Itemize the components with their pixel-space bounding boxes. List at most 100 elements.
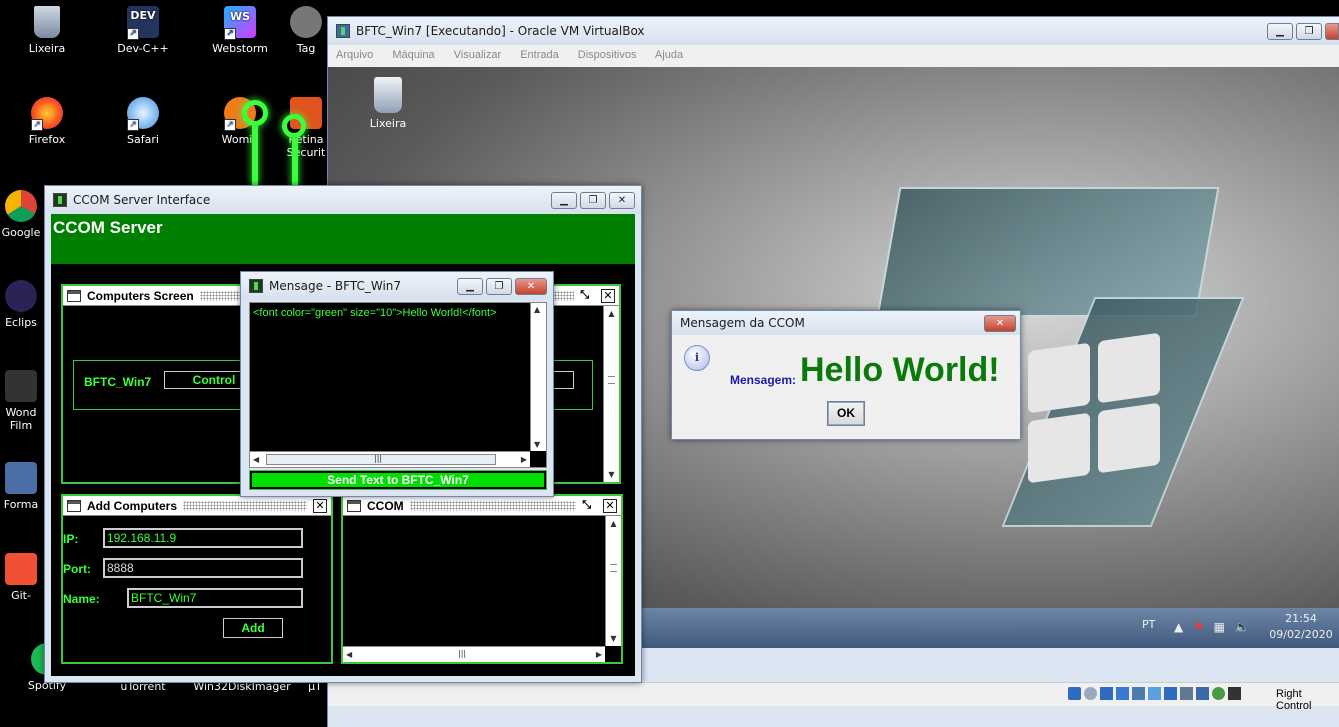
add-computers-frame: Add Computers ✕ IP: 192.168.11.9 Port: 8…	[61, 494, 333, 664]
vm-statusbar: Right Control	[328, 682, 1339, 712]
desktop-icon-wondershare[interactable]: Wond Film	[0, 370, 46, 432]
message-textarea[interactable]: <font color="green" size="10">Hello Worl…	[249, 302, 547, 468]
restore-icon[interactable]: ⤡	[580, 289, 589, 302]
desktop-icon-format[interactable]: Forma	[0, 462, 46, 511]
menu-visualizar[interactable]: Visualizar	[454, 49, 502, 61]
ip-label: IP:	[63, 532, 79, 546]
vm-status-icons	[1068, 687, 1241, 700]
port-field[interactable]: 8888	[103, 558, 303, 578]
add-computers-titlebar[interactable]: Add Computers ✕	[63, 496, 331, 516]
frame-grip	[183, 500, 307, 511]
menu-maquina[interactable]: Máquina	[392, 49, 434, 61]
frame-icon	[67, 289, 81, 302]
ccom-header-title: CCOM Server	[53, 218, 163, 237]
guest-icon-lixeira[interactable]: Lixeira	[358, 77, 418, 130]
menu-entrada[interactable]: Entrada	[520, 49, 559, 61]
close-button[interactable]	[1325, 22, 1339, 40]
scroll-up-icon[interactable]: ▲	[606, 516, 621, 531]
message-dialog-titlebar[interactable]: Mensagem da CCOM ✕	[672, 311, 1020, 335]
maximize-button[interactable]: ❐	[486, 277, 512, 295]
scroll-up-icon[interactable]: ▲	[604, 306, 619, 321]
mouse-icon[interactable]	[1228, 687, 1241, 700]
cpu-icon[interactable]	[1196, 687, 1209, 700]
send-text-button[interactable]: Send Text to BFTC_Win7	[252, 473, 544, 487]
mensage-window: Mensage - BFTC_Win7 ▁ ❐ ✕ <font color="g…	[240, 271, 554, 497]
computers-scrollbar[interactable]: ▲ ▼	[603, 306, 619, 482]
close-button[interactable]: ✕	[984, 314, 1016, 332]
desktop-icon-tag[interactable]: Tag	[286, 6, 326, 55]
language-indicator[interactable]: PT	[1142, 618, 1155, 631]
menu-dispositivos[interactable]: Dispositivos	[578, 49, 637, 61]
desktop-icon-firefox[interactable]: ↗ Firefox	[7, 97, 87, 146]
maximize-button[interactable]: ❐	[580, 191, 606, 209]
optical-icon[interactable]	[1084, 687, 1097, 700]
vm-titlebar[interactable]: BFTC_Win7 [Executando] - Oracle VM Virtu…	[328, 17, 1339, 45]
network-adapter-icon[interactable]	[1116, 687, 1129, 700]
scroll-left-icon[interactable]: ◀	[253, 455, 259, 464]
desktop-icon-label: Git-	[11, 589, 31, 602]
scroll-up-icon[interactable]: ▲	[534, 305, 540, 314]
ccom-frame-titlebar[interactable]: CCOM ⤡ ✕	[343, 496, 621, 516]
menu-arquivo[interactable]: Arquivo	[336, 49, 373, 61]
action-center-icon[interactable]: ⚑	[1193, 620, 1204, 634]
volume-icon[interactable]: 🔈	[1235, 620, 1250, 634]
format-icon	[5, 462, 37, 494]
desktop-icon-eclipse[interactable]: Eclips	[0, 280, 46, 329]
usb-icon[interactable]	[1132, 687, 1145, 700]
send-panel: Send Text to BFTC_Win7	[249, 470, 547, 490]
desktop-icon-label: Google	[1, 226, 41, 239]
close-icon[interactable]: ✕	[313, 498, 327, 513]
add-button[interactable]: Add	[223, 618, 283, 638]
ccom-hscrollbar[interactable]: ◀ ||| ▶	[343, 646, 605, 662]
message-text: <font color="green" size="10">Hello Worl…	[253, 307, 497, 319]
scroll-down-icon[interactable]: ▼	[534, 440, 540, 449]
clock[interactable]: 21:54 09/02/2020	[1266, 611, 1336, 643]
info-icon: i	[684, 345, 710, 371]
close-button[interactable]: ✕	[515, 277, 547, 295]
desktop-icon-label: Dev-C++	[117, 42, 169, 55]
desktop-icon-lixeira[interactable]: Lixeira	[7, 6, 87, 55]
recording-icon[interactable]	[1180, 687, 1193, 700]
ccom-titlebar[interactable]: CCOM Server Interface ▁ ❐ ✕	[45, 186, 641, 214]
name-field[interactable]: BFTC_Win7	[127, 588, 303, 608]
desktop-icon-git[interactable]: Git-	[0, 553, 46, 602]
ccom-frame: CCOM ⤡ ✕ ▲ ▼ ◀ ||| ▶	[341, 494, 623, 664]
textarea-hscrollbar[interactable]: ◀ ||| ▶	[250, 451, 530, 467]
network-icon[interactable]: ▦	[1214, 620, 1225, 634]
desktop-icon-devcpp[interactable]: DEV ↗ Dev-C++	[103, 6, 183, 55]
scroll-right-icon[interactable]: ▶	[521, 455, 527, 464]
scroll-down-icon[interactable]: ▼	[606, 631, 621, 646]
minimize-button[interactable]: ▁	[457, 277, 483, 295]
ccom-header: CCOM Server	[51, 214, 635, 264]
app-icon	[53, 193, 67, 207]
add-computers-title: Add Computers	[87, 498, 177, 513]
ip-field[interactable]: 192.168.11.9	[103, 528, 303, 548]
close-icon[interactable]: ✕	[601, 288, 615, 303]
minimize-button[interactable]: ▁	[551, 191, 577, 209]
desktop-icon-chrome[interactable]: Google	[0, 190, 46, 239]
scroll-down-icon[interactable]: ▼	[604, 467, 619, 482]
scroll-left-icon[interactable]: ◀	[346, 650, 352, 659]
host-key-label: Right Control	[1276, 688, 1312, 712]
restore-icon[interactable]: ⤡	[582, 499, 591, 512]
maximize-button[interactable]: ❐	[1296, 22, 1322, 40]
close-button[interactable]: ✕	[609, 191, 635, 209]
scroll-right-icon[interactable]: ▶	[596, 650, 602, 659]
close-icon[interactable]: ✕	[603, 498, 617, 513]
hdd-icon[interactable]	[1068, 687, 1081, 700]
desktop-icon-webstorm[interactable]: WS ↗ Webstorm	[200, 6, 280, 55]
ok-button[interactable]: OK	[827, 401, 865, 426]
menu-ajuda[interactable]: Ajuda	[655, 49, 683, 61]
mensage-titlebar[interactable]: Mensage - BFTC_Win7 ▁ ❐ ✕	[241, 272, 553, 300]
shared-folder-icon[interactable]	[1148, 687, 1161, 700]
textarea-vscrollbar[interactable]: ▲ ▼	[530, 303, 546, 451]
vt-icon[interactable]	[1212, 687, 1225, 700]
audio-icon[interactable]	[1100, 687, 1113, 700]
desktop-icon-safari[interactable]: ↗ Safari	[103, 97, 183, 146]
tray-icons: ▲ ⚑ ▦ 🔈	[1174, 620, 1250, 634]
display-icon[interactable]	[1164, 687, 1177, 700]
minimize-button[interactable]: ▁	[1267, 22, 1293, 40]
ccom-vscrollbar[interactable]: ▲ ▼	[605, 516, 621, 646]
message-label: Mensagem:	[730, 373, 797, 387]
tray-arrow-icon[interactable]: ▲	[1174, 620, 1183, 634]
